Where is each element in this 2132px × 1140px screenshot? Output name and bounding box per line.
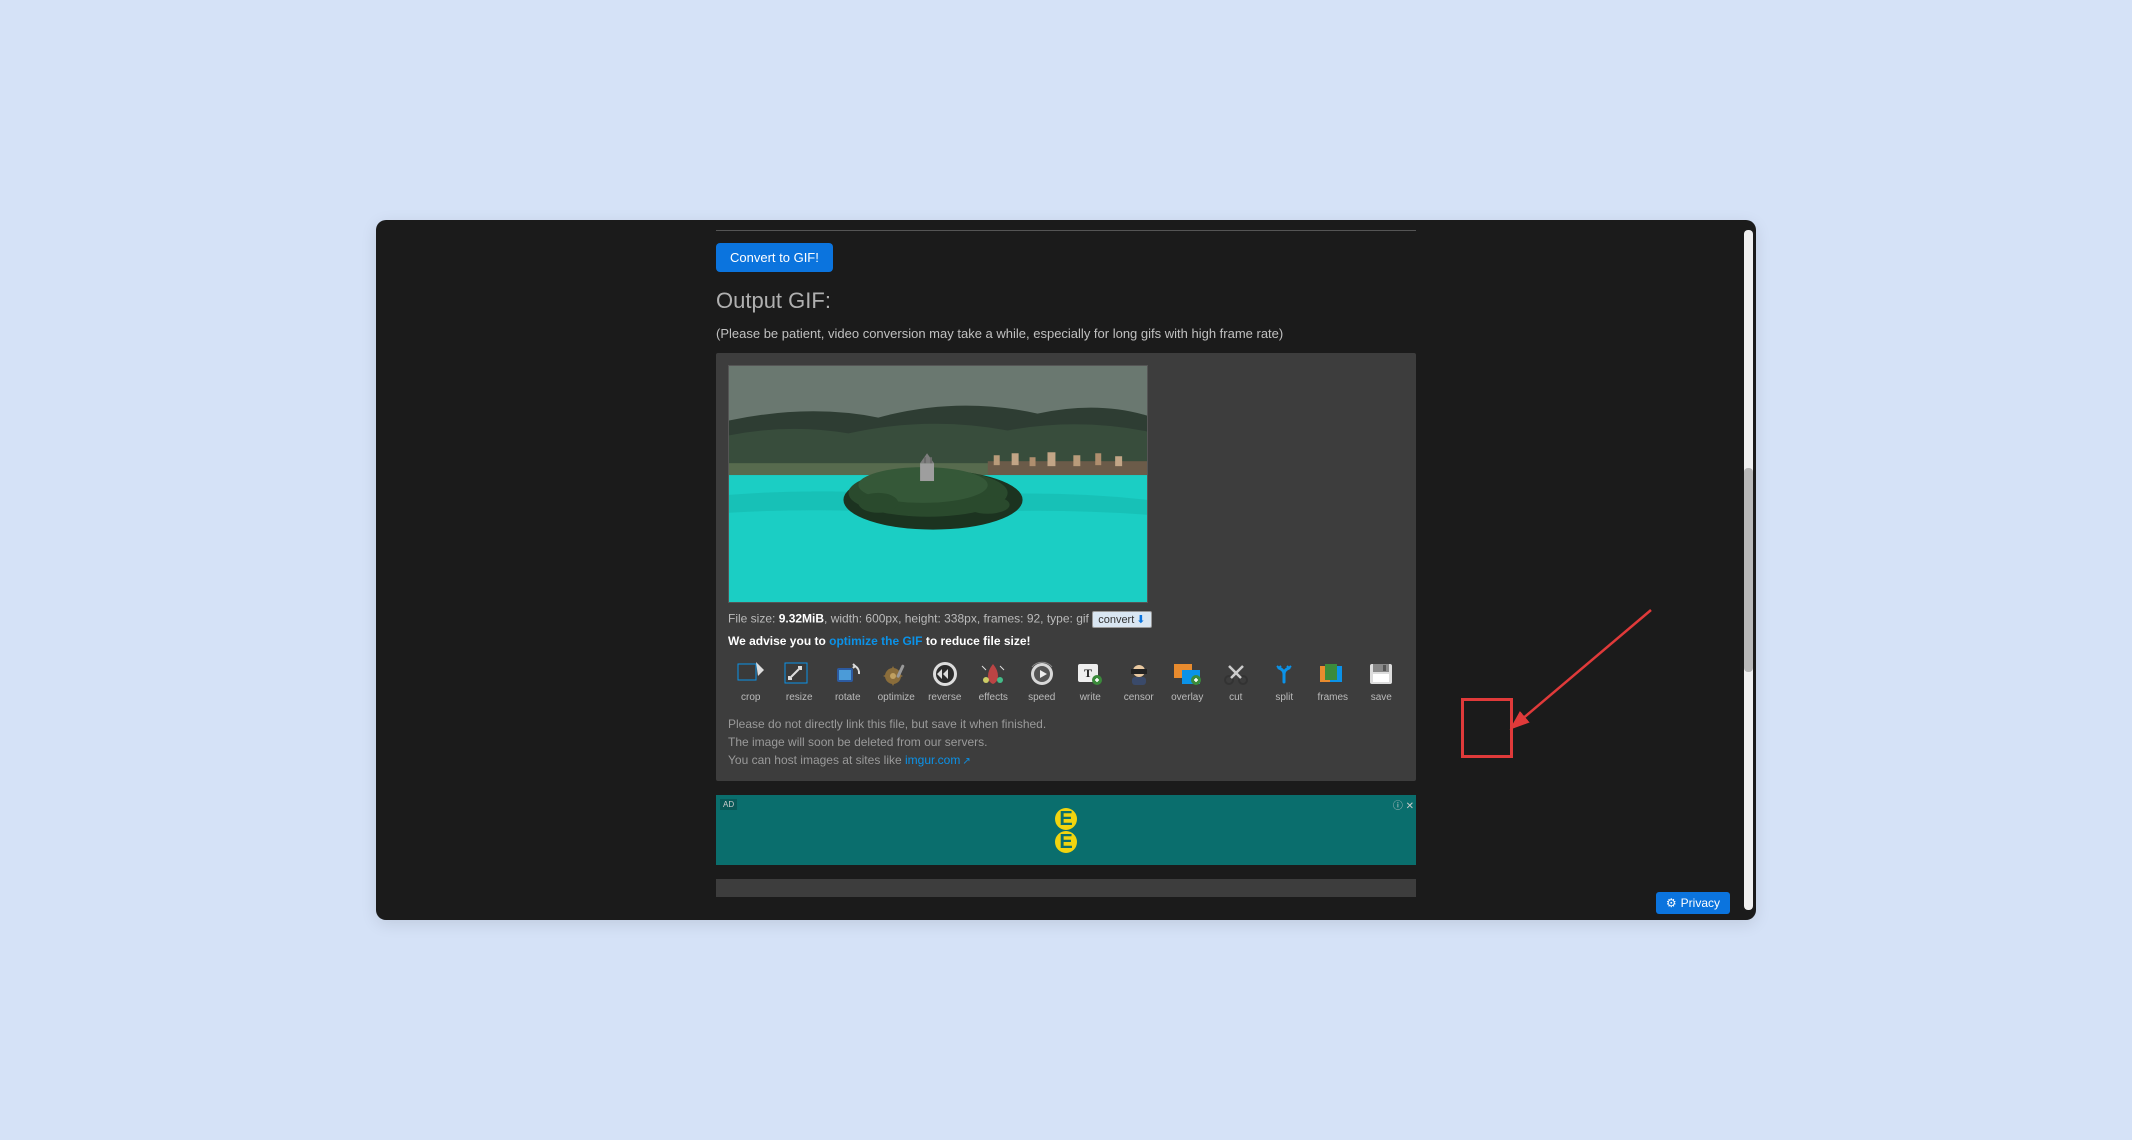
overlay-tool[interactable]: overlay xyxy=(1165,658,1211,703)
split-tool[interactable]: split xyxy=(1262,658,1308,703)
censor-tool-label: censor xyxy=(1116,692,1162,703)
privacy-button[interactable]: ⚙ Privacy xyxy=(1656,892,1730,914)
censor-tool[interactable]: censor xyxy=(1116,658,1162,703)
optimize-tool-label: optimize xyxy=(874,692,920,703)
crop-tool[interactable]: crop xyxy=(728,658,774,703)
file-info-rest: , width: 600px, height: 338px, frames: 9… xyxy=(824,612,1092,626)
imgur-link[interactable]: imgur.com xyxy=(905,753,960,767)
annotation-highlight-box xyxy=(1461,698,1513,758)
frames-tool-label: frames xyxy=(1310,692,1356,703)
main-content: Convert to GIF! Output GIF: (Please be p… xyxy=(686,220,1446,897)
speed-tool-icon xyxy=(1022,658,1062,690)
ad-banner[interactable]: AD ⓘ ✕ EE xyxy=(716,795,1416,865)
output-box: File size: 9.32MiB, width: 600px, height… xyxy=(716,353,1416,781)
cut-tool-label: cut xyxy=(1213,692,1259,703)
cut-tool[interactable]: cut xyxy=(1213,658,1259,703)
footnote-deletion: The image will soon be deleted from our … xyxy=(728,733,1404,751)
effects-tool-icon xyxy=(973,658,1013,690)
split-tool-label: split xyxy=(1262,692,1308,703)
write-tool-label: write xyxy=(1068,692,1114,703)
footnotes: Please do not directly link this file, b… xyxy=(728,715,1404,769)
advise-pre: We advise you to xyxy=(728,634,829,648)
effects-tool-label: effects xyxy=(971,692,1017,703)
resize-tool-label: resize xyxy=(777,692,823,703)
tool-row: cropresizerotateoptimizereverseeffectssp… xyxy=(728,658,1404,703)
file-size-value: 9.32MiB xyxy=(779,612,824,626)
speed-tool-label: speed xyxy=(1019,692,1065,703)
svg-text:T: T xyxy=(1084,666,1092,680)
resize-tool-icon xyxy=(779,658,819,690)
optimize-advice: We advise you to optimize the GIF to red… xyxy=(728,634,1404,648)
annotation-arrow xyxy=(1501,600,1661,740)
privacy-label: Privacy xyxy=(1681,896,1720,910)
resize-tool[interactable]: resize xyxy=(777,658,823,703)
censor-tool-icon xyxy=(1119,658,1159,690)
ad-badge: AD xyxy=(720,799,737,810)
convert-to-gif-button[interactable]: Convert to GIF! xyxy=(716,243,833,272)
overlay-tool-icon xyxy=(1167,658,1207,690)
split-tool-icon xyxy=(1264,658,1304,690)
download-icon: ⬇ xyxy=(1136,614,1145,626)
output-gif-heading: Output GIF: xyxy=(716,288,1416,314)
external-link-icon: ↗ xyxy=(962,756,970,767)
write-tool[interactable]: Twrite xyxy=(1068,658,1114,703)
rotate-tool-label: rotate xyxy=(825,692,871,703)
advise-post: to reduce file size! xyxy=(922,634,1030,648)
crop-tool-icon xyxy=(731,658,771,690)
optimize-tool-icon xyxy=(876,658,916,690)
reverse-tool[interactable]: reverse xyxy=(922,658,968,703)
save-tool-icon xyxy=(1361,658,1401,690)
footnote-hosting: You can host images at sites like imgur.… xyxy=(728,751,1404,769)
section-divider xyxy=(716,230,1416,231)
effects-tool[interactable]: effects xyxy=(971,658,1017,703)
save-tool-label: save xyxy=(1359,692,1405,703)
cut-tool-icon xyxy=(1216,658,1256,690)
save-tool[interactable]: save xyxy=(1359,658,1405,703)
optimize-tool[interactable]: optimize xyxy=(874,658,920,703)
convert-chip-button[interactable]: convert⬇ xyxy=(1092,611,1151,628)
optimize-gif-link[interactable]: optimize the GIF xyxy=(829,634,922,648)
file-info-line: File size: 9.32MiB, width: 600px, height… xyxy=(728,611,1404,628)
reverse-tool-label: reverse xyxy=(922,692,968,703)
gif-preview-image xyxy=(728,365,1148,603)
scrollbar-thumb[interactable] xyxy=(1744,468,1753,672)
bottom-section-bar xyxy=(716,879,1416,897)
browser-screenshot-frame: Convert to GIF! Output GIF: (Please be p… xyxy=(376,220,1756,920)
frames-tool[interactable]: frames xyxy=(1310,658,1356,703)
footnote-dont-link: Please do not directly link this file, b… xyxy=(728,715,1404,733)
overlay-tool-label: overlay xyxy=(1165,692,1211,703)
file-info-label: File size: xyxy=(728,612,779,626)
convert-chip-label: convert xyxy=(1098,614,1134,626)
frames-tool-icon xyxy=(1313,658,1353,690)
speed-tool[interactable]: speed xyxy=(1019,658,1065,703)
reverse-tool-icon xyxy=(925,658,965,690)
rotate-tool[interactable]: rotate xyxy=(825,658,871,703)
rotate-tool-icon xyxy=(828,658,868,690)
footnote-hosting-pre: You can host images at sites like xyxy=(728,753,905,767)
ad-close-button[interactable]: ⓘ ✕ xyxy=(1393,797,1414,812)
patient-note: (Please be patient, video conversion may… xyxy=(716,326,1416,341)
write-tool-icon: T xyxy=(1070,658,1110,690)
ad-logo: EE xyxy=(1055,807,1077,854)
scrollbar-track[interactable] xyxy=(1744,230,1753,910)
gear-icon: ⚙ xyxy=(1666,896,1677,910)
crop-tool-label: crop xyxy=(728,692,774,703)
